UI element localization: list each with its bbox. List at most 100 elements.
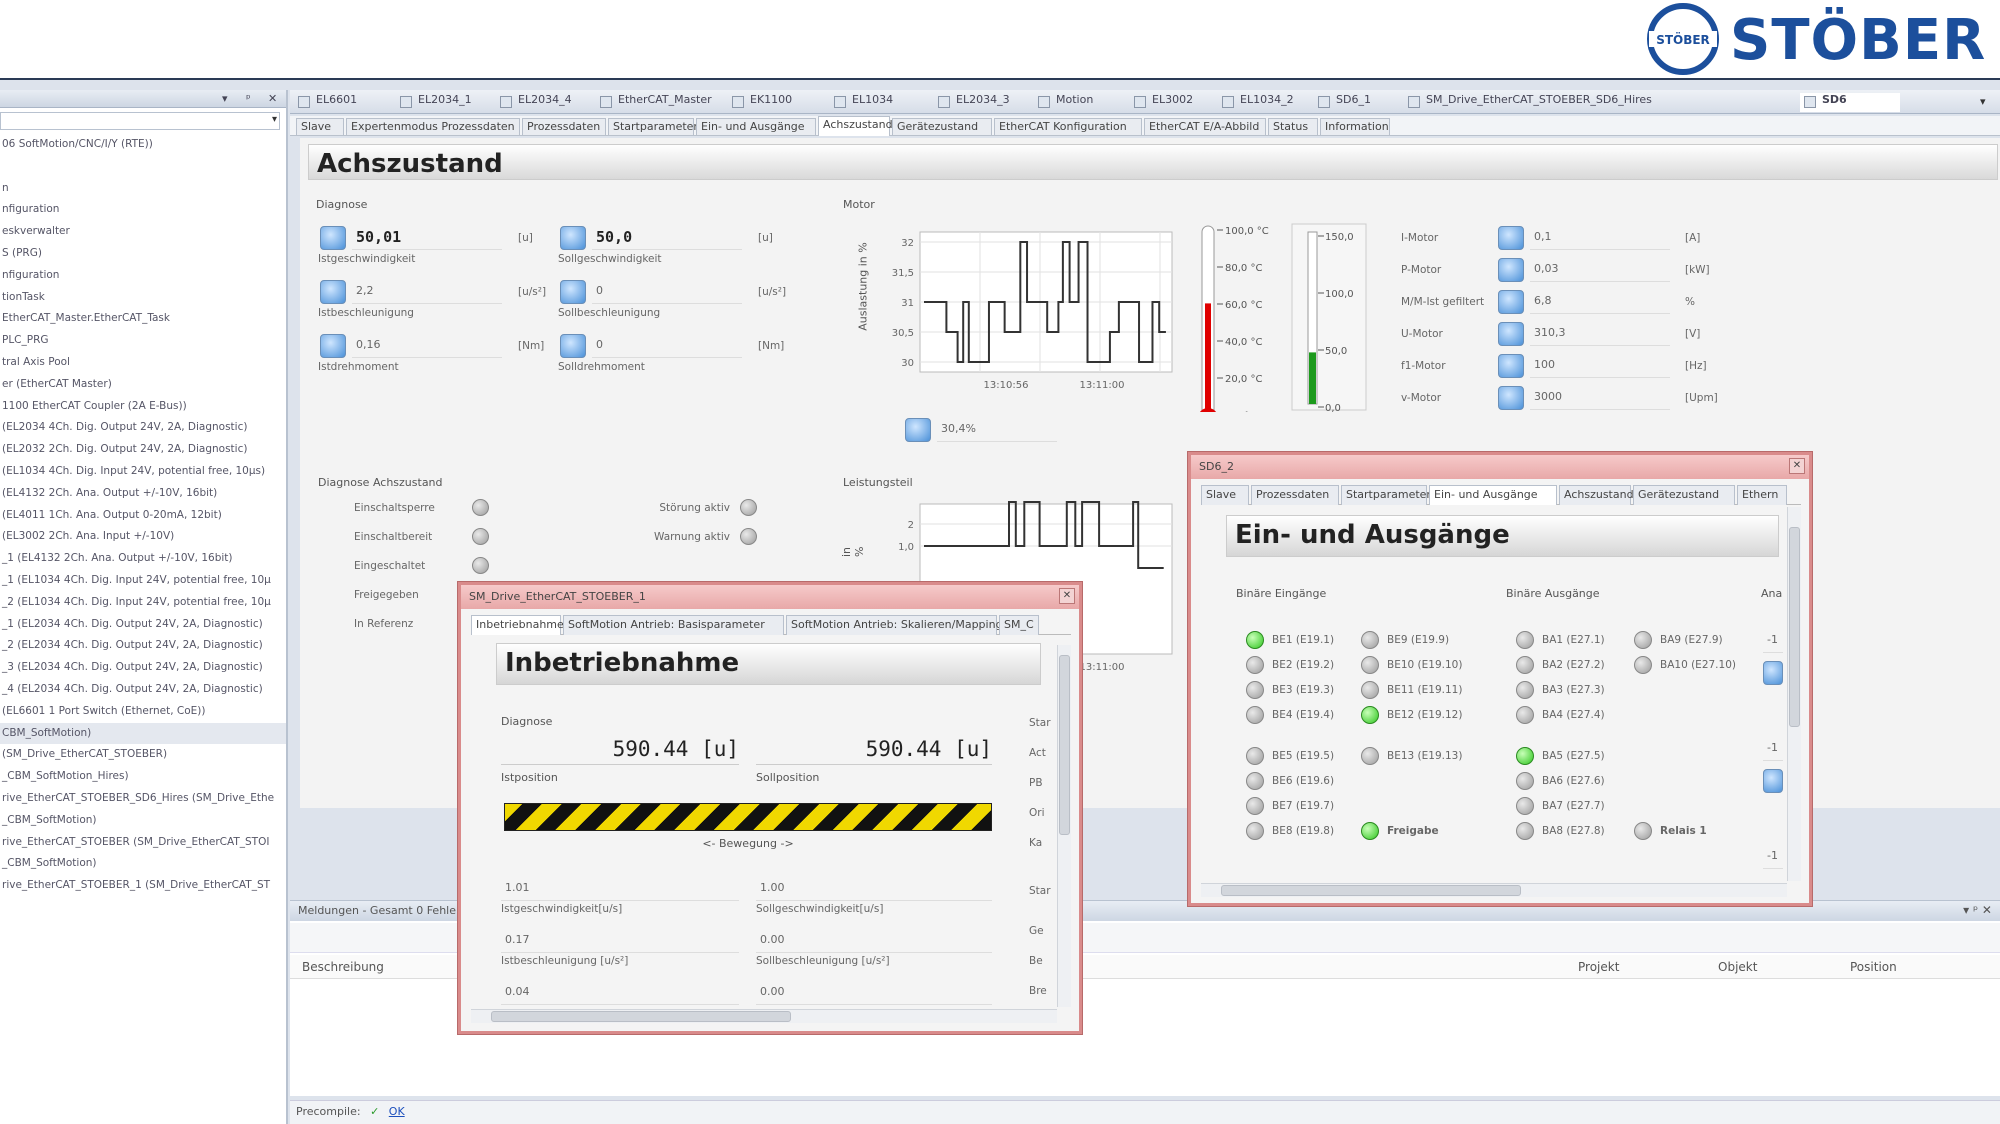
tab-prozessdaten[interactable]: Prozessdaten <box>522 118 606 135</box>
tab-expertenmodus-prozessdaten[interactable]: Expertenmodus Prozessdaten <box>346 118 520 135</box>
tree-item[interactable]: _CBM_SoftMotion) <box>0 810 286 832</box>
info-button[interactable] <box>1498 322 1524 346</box>
sd6-hscroll-thumb[interactable] <box>1221 885 1521 896</box>
tabs-overflow-icon[interactable]: ▾ <box>1980 95 1986 108</box>
sm-drive-window[interactable]: SM_Drive_EtherCAT_STOEBER_1 ✕ Inbetriebn… <box>458 582 1082 1034</box>
close-icon[interactable]: ✕ <box>1059 588 1075 604</box>
tab-startparameter[interactable]: Startparameter <box>608 118 698 135</box>
tree-item[interactable]: (EL1034 4Ch. Dig. Input 24V, potential f… <box>0 461 286 483</box>
panel-pin-icon[interactable]: ᵖ <box>246 92 251 105</box>
tree-item[interactable]: (EL6601 1 Port Switch (Ethernet, CoE)) <box>0 701 286 723</box>
tree-item[interactable]: tral Axis Pool <box>0 352 286 374</box>
sd6-tab[interactable]: Gerätezustand <box>1633 485 1735 505</box>
info-button[interactable] <box>1498 258 1524 282</box>
info-button[interactable] <box>1498 386 1524 410</box>
sm-window-titlebar[interactable]: SM_Drive_EtherCAT_STOEBER_1 ✕ <box>461 585 1079 609</box>
sd6-horizontal-scrollbar[interactable] <box>1201 883 1787 897</box>
close-icon[interactable]: ✕ <box>1789 458 1805 474</box>
sm-tab[interactable]: Inbetriebnahme <box>471 615 564 635</box>
tree-item[interactable]: 06 SoftMotion/CNC/I/Y (RTE)) <box>0 134 286 156</box>
tree-item[interactable]: (EL2034 4Ch. Dig. Output 24V, 2A, Diagno… <box>0 417 286 439</box>
tree-item[interactable]: tionTask <box>0 287 286 309</box>
sd6-window-titlebar[interactable]: SD6_2 ✕ <box>1191 455 1809 479</box>
tree-item[interactable]: er (EtherCAT Master) <box>0 374 286 396</box>
doc-tab[interactable]: EL1034_2 <box>1218 93 1310 112</box>
info-button[interactable] <box>320 226 346 250</box>
info-button[interactable] <box>320 280 346 304</box>
info-button[interactable] <box>1498 354 1524 378</box>
sm-horizontal-scrollbar[interactable] <box>471 1009 1057 1023</box>
sd6-tab[interactable]: Ethern <box>1737 485 1787 505</box>
sd6-tab[interactable]: Prozessdaten <box>1251 485 1339 505</box>
col-position[interactable]: Position <box>1850 960 1897 974</box>
tree-item[interactable]: 1100 EtherCAT Coupler (2A E-Bus)) <box>0 396 286 418</box>
col-description[interactable]: Beschreibung <box>302 960 384 974</box>
tree-item[interactable]: (EL4132 2Ch. Ana. Output +/-10V, 16bit) <box>0 483 286 505</box>
tab-ger-tezustand[interactable]: Gerätezustand <box>892 118 992 135</box>
col-object[interactable]: Objekt <box>1718 960 1757 974</box>
sm-tab[interactable]: SoftMotion Antrieb: Skalieren/Mapping <box>786 615 1003 635</box>
info-button[interactable] <box>320 334 346 358</box>
info-button[interactable] <box>560 226 586 250</box>
tree-item[interactable]: rive_EtherCAT_STOEBER_SD6_Hires (SM_Driv… <box>0 788 286 810</box>
sm-tab[interactable]: SoftMotion Antrieb: Basisparameter <box>563 615 784 635</box>
doc-tab[interactable]: Motion <box>1034 93 1126 112</box>
tree-item[interactable]: EtherCAT_Master.EtherCAT_Task <box>0 308 286 330</box>
doc-tab[interactable]: EL2034_4 <box>496 93 592 112</box>
tree-item[interactable]: (EL3002 2Ch. Ana. Input +/-10V) <box>0 526 286 548</box>
doc-tab[interactable]: EL1034 <box>830 93 930 112</box>
tab-status[interactable]: Status <box>1268 118 1318 135</box>
doc-tab[interactable]: EL3002 <box>1130 93 1214 112</box>
tree-scroll-control[interactable]: ▾ <box>0 112 280 130</box>
sd6-vscroll-thumb[interactable] <box>1789 527 1800 727</box>
tree-item[interactable]: nfiguration <box>0 199 286 221</box>
tree-item[interactable]: CBM_SoftMotion) <box>0 722 286 745</box>
sm-tab[interactable]: SM_C <box>999 615 1039 635</box>
tree-item[interactable]: (EL2032 2Ch. Dig. Output 24V, 2A, Diagno… <box>0 439 286 461</box>
sm-vertical-scrollbar[interactable] <box>1057 645 1071 1007</box>
info-button[interactable] <box>560 334 586 358</box>
tree-item[interactable]: _1 (EL1034 4Ch. Dig. Input 24V, potentia… <box>0 570 286 592</box>
tree-item[interactable] <box>0 156 286 178</box>
tree-item[interactable]: _CBM_SoftMotion) <box>0 853 286 875</box>
sd6-tab[interactable]: Ein- und Ausgänge <box>1429 485 1557 505</box>
tree-item[interactable]: _4 (EL2034 4Ch. Dig. Output 24V, 2A, Dia… <box>0 679 286 701</box>
tree-item[interactable]: nfiguration <box>0 265 286 287</box>
doc-tab[interactable]: EL6601 <box>294 93 392 112</box>
tree-item[interactable]: _2 (EL1034 4Ch. Dig. Input 24V, potentia… <box>0 592 286 614</box>
info-button[interactable] <box>1498 290 1524 314</box>
motor-info-button[interactable] <box>905 418 931 442</box>
chevron-down-icon[interactable]: ▾ <box>272 114 277 125</box>
doc-tab[interactable]: SD6 <box>1800 93 1900 112</box>
doc-tab[interactable]: SD6_1 <box>1314 93 1400 112</box>
tab-ein-und-ausg-nge[interactable]: Ein- und Ausgänge <box>696 118 816 135</box>
sd6-tab[interactable]: Startparameter <box>1341 485 1431 505</box>
sd6-window[interactable]: SD6_2 ✕ Slave Prozessdaten Startparameter E… <box>1188 452 1812 906</box>
messages-close-icon[interactable]: ▾ ᵖ ✕ <box>1963 903 1992 917</box>
info-button[interactable] <box>1498 226 1524 250</box>
tree-item[interactable]: _1 (EL2034 4Ch. Dig. Output 24V, 2A, Dia… <box>0 614 286 636</box>
info-button[interactable] <box>560 280 586 304</box>
tree-item[interactable]: _CBM_SoftMotion_Hires) <box>0 766 286 788</box>
tree-item[interactable]: rive_EtherCAT_STOEBER_1 (SM_Drive_EtherC… <box>0 875 286 897</box>
col-project[interactable]: Projekt <box>1578 960 1619 974</box>
tree-item[interactable]: PLC_PRG <box>0 330 286 352</box>
sd6-vertical-scrollbar[interactable] <box>1787 507 1801 881</box>
doc-tab[interactable]: EL2034_3 <box>934 93 1030 112</box>
analog-info-button[interactable] <box>1763 661 1783 685</box>
tree-item[interactable]: (SM_Drive_EtherCAT_STOEBER) <box>0 744 286 766</box>
tab-ethercat-e-a-abbild[interactable]: EtherCAT E/A-Abbild <box>1144 118 1266 135</box>
tree-item[interactable]: _1 (EL4132 2Ch. Ana. Output +/-10V, 16bi… <box>0 548 286 570</box>
sd6-tab[interactable]: Achszustand <box>1559 485 1634 505</box>
doc-tab[interactable]: EtherCAT_Master <box>596 93 724 112</box>
tree-item[interactable]: (EL4011 1Ch. Ana. Output 0-20mA, 12bit) <box>0 505 286 527</box>
tab-achszustand[interactable]: Achszustand <box>818 116 893 136</box>
doc-tab[interactable]: EL2034_1 <box>396 93 492 112</box>
tree-item[interactable]: n <box>0 178 286 200</box>
tree-item[interactable]: _3 (EL2034 4Ch. Dig. Output 24V, 2A, Dia… <box>0 657 286 679</box>
tab-information[interactable]: Information <box>1320 118 1390 135</box>
tab-ethercat-konfiguration[interactable]: EtherCAT Konfiguration <box>994 118 1142 135</box>
doc-tab[interactable]: SM_Drive_EtherCAT_STOEBER_SD6_Hires <box>1404 93 1794 112</box>
tab-slave[interactable]: Slave <box>296 118 344 135</box>
tree-item[interactable]: S (PRG) <box>0 243 286 265</box>
